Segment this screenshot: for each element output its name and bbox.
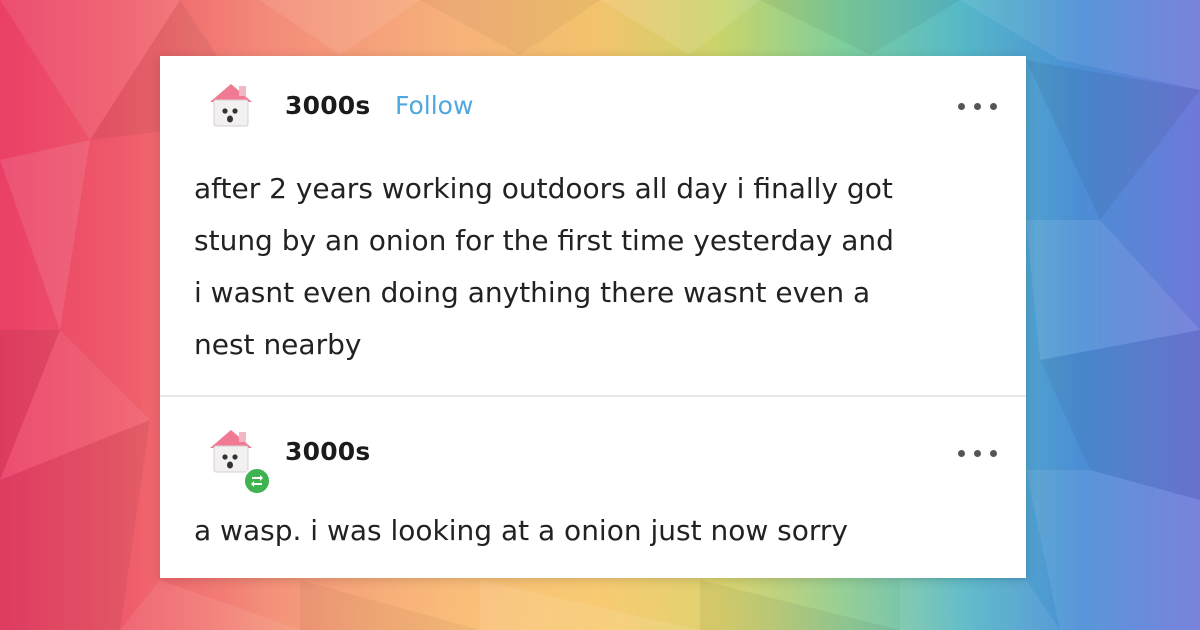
follow-button[interactable]: Follow [395,91,473,120]
house-avatar-icon[interactable] [206,80,256,132]
reblog-icon [243,467,271,495]
post-text-line: after 2 years working outdoors all day i… [194,172,893,205]
reblog-post: 3000s a wasp. i was looking at a onion j… [160,397,1026,578]
more-options-icon[interactable] [956,445,1000,461]
username[interactable]: 3000s [285,437,370,466]
username[interactable]: 3000s [285,91,370,120]
more-options-icon[interactable] [956,98,1000,114]
post-body: a wasp. i was looking at a onion just no… [194,514,848,547]
post-text-line: stung by an onion for the first time yes… [194,224,894,257]
post-body: after 2 years working outdoors all day i… [194,163,994,371]
tumblr-post-card: 3000s Follow after 2 years working outdo… [160,56,1026,578]
original-post: 3000s Follow after 2 years working outdo… [160,56,1026,395]
post-text-line: nest nearby [194,328,362,361]
post-text-line: i wasnt even doing anything there wasnt … [194,276,871,309]
